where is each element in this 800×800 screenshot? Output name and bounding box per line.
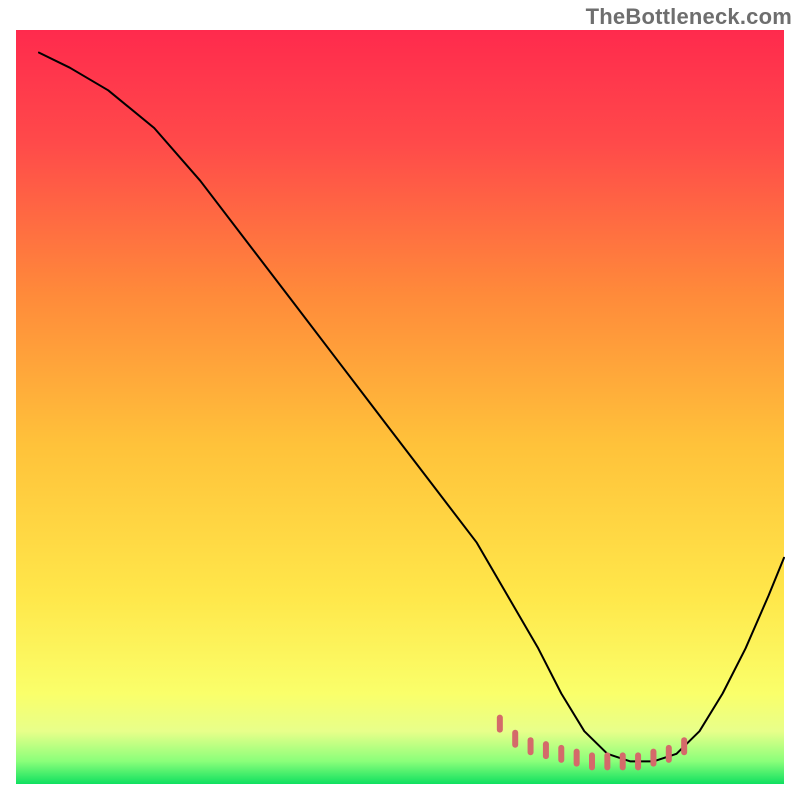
chart-svg — [0, 0, 800, 800]
watermark-label: TheBottleneck.com — [586, 4, 792, 30]
chart-root: TheBottleneck.com — [0, 0, 800, 800]
plot-background — [16, 30, 784, 784]
